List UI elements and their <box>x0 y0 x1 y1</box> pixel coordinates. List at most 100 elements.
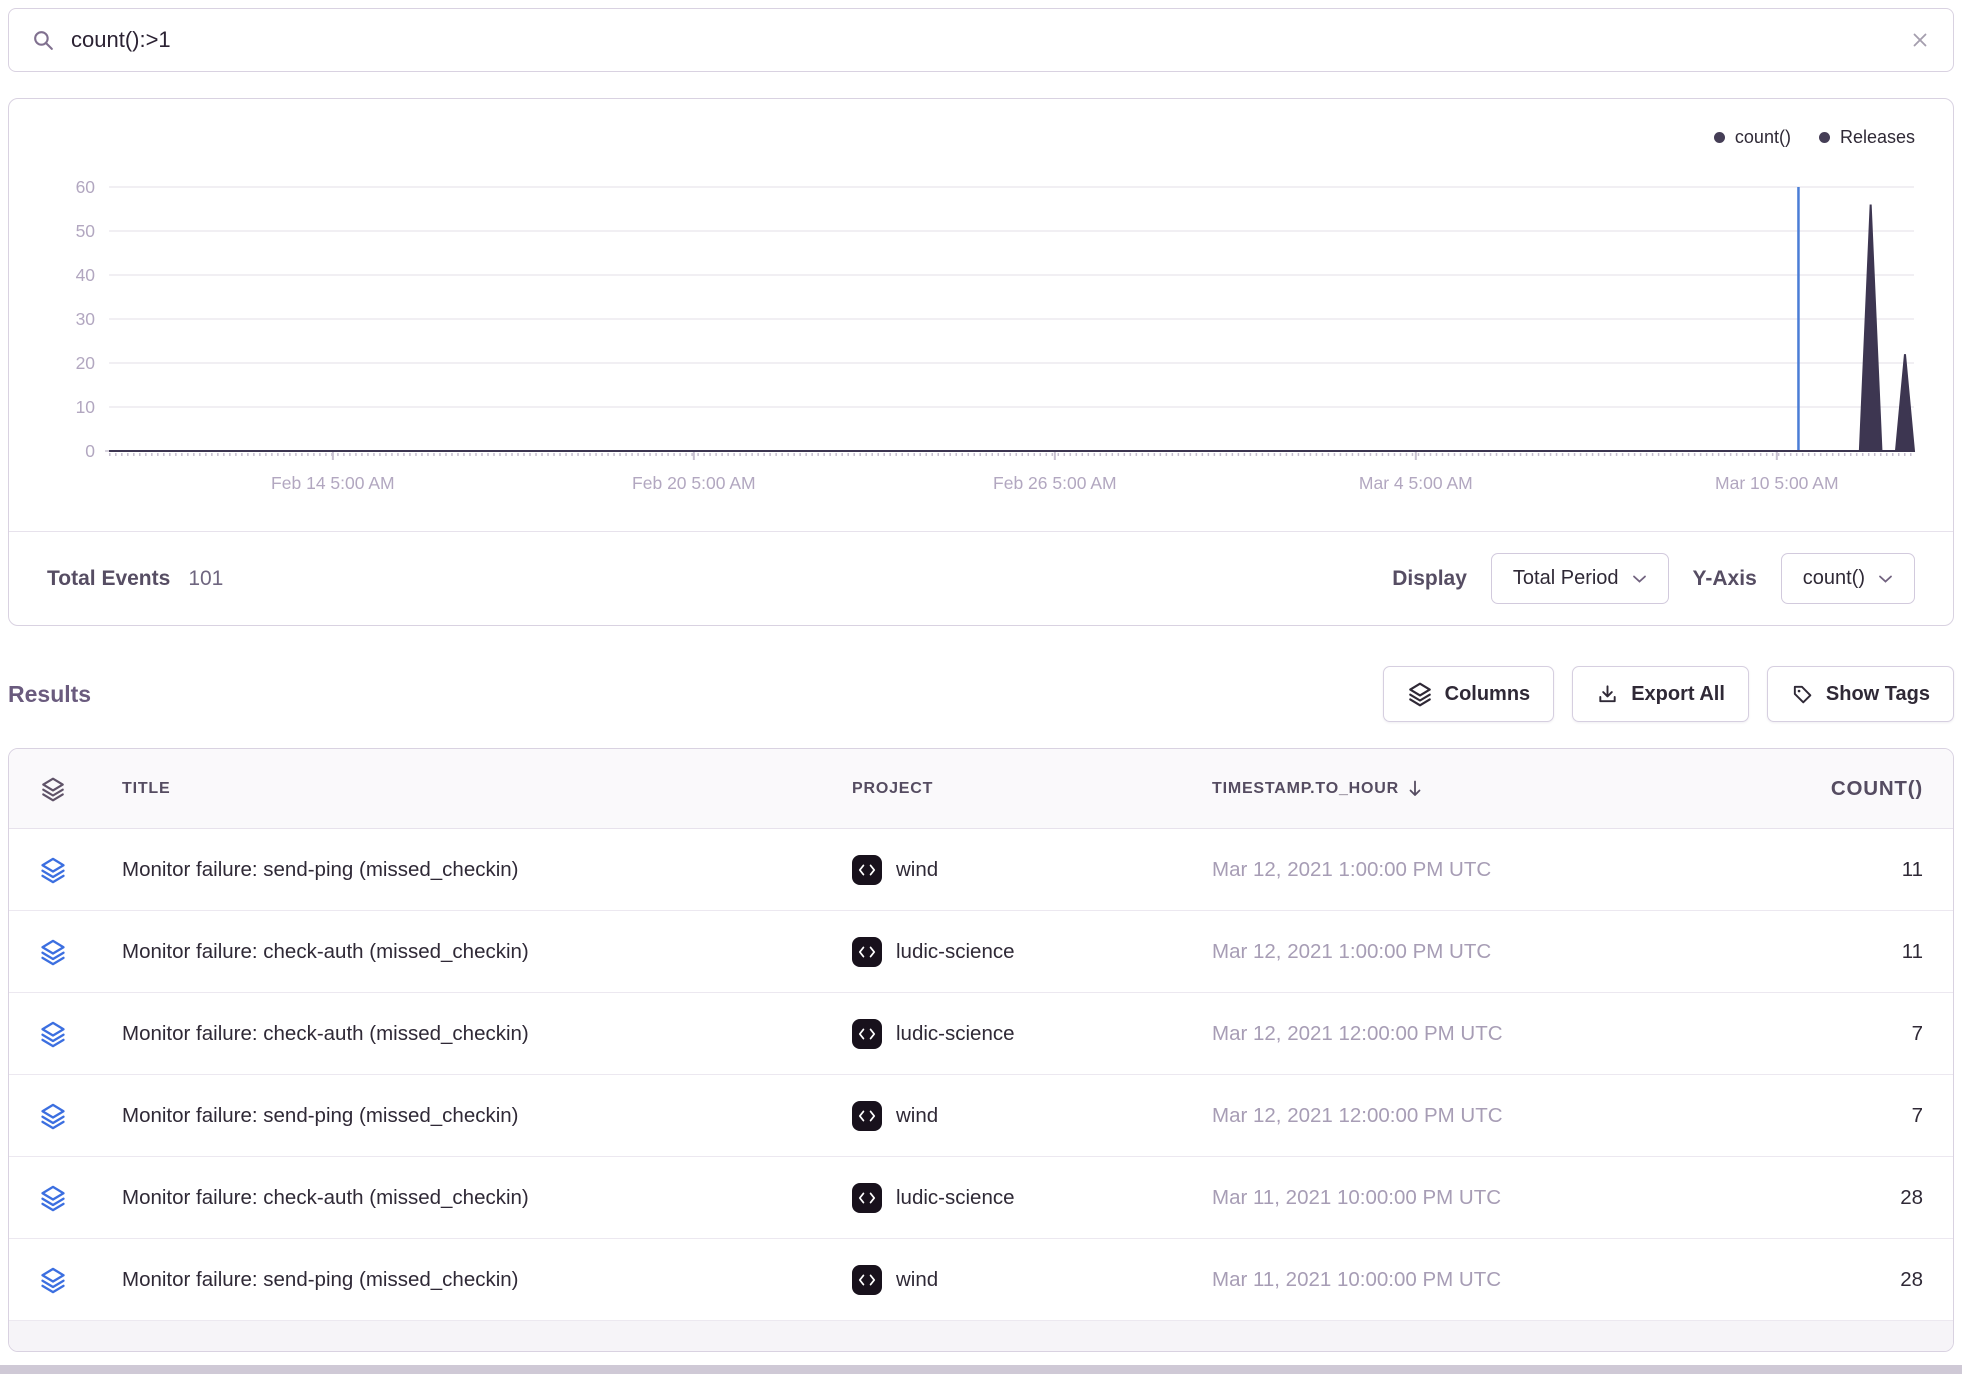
timestamp: Mar 11, 2021 10:00:00 PM UTC <box>1187 1186 1673 1210</box>
column-header-count[interactable]: COUNT() <box>1673 777 1953 801</box>
code-icon <box>852 1019 882 1049</box>
project-name: wind <box>896 1104 938 1128</box>
svg-text:Mar 10 5:00 AM: Mar 10 5:00 AM <box>1715 473 1839 493</box>
count-value: 28 <box>1673 1186 1953 1210</box>
column-header-timestamp[interactable]: TIMESTAMP.TO_HOUR <box>1187 779 1673 798</box>
project-name: ludic-science <box>896 940 1015 964</box>
table-row[interactable]: Monitor failure: send-ping (missed_check… <box>9 1075 1953 1157</box>
table-row[interactable]: Monitor failure: check-auth (missed_chec… <box>9 1157 1953 1239</box>
column-header-title[interactable]: TITLE <box>97 780 827 798</box>
column-header-project[interactable]: PROJECT <box>827 780 1187 798</box>
event-title: Monitor failure: send-ping (missed_check… <box>97 858 827 882</box>
yaxis-dropdown-value: count() <box>1803 567 1865 590</box>
table-row[interactable]: Monitor failure: check-auth (missed_chec… <box>9 911 1953 993</box>
stack-icon[interactable] <box>39 1266 67 1294</box>
project-name: wind <box>896 858 938 882</box>
column-header-title-label: TITLE <box>122 780 170 798</box>
count-value: 7 <box>1673 1104 1953 1128</box>
count-value: 11 <box>1673 858 1953 882</box>
stack-icon[interactable] <box>39 1184 67 1212</box>
stack-icon[interactable] <box>39 856 67 884</box>
columns-button-label: Columns <box>1445 683 1531 706</box>
count-value: 28 <box>1673 1268 1953 1292</box>
chart-footer-controls: Display Total Period Y-Axis count() <box>1392 553 1915 604</box>
count-value: 7 <box>1673 1022 1953 1046</box>
row-icon-cell <box>9 1020 97 1048</box>
code-icon <box>852 855 882 885</box>
x-axis: Feb 14 5:00 AMFeb 20 5:00 AMFeb 26 5:00 … <box>105 451 1914 493</box>
svg-text:0: 0 <box>85 441 95 461</box>
show-tags-button-label: Show Tags <box>1826 683 1930 706</box>
total-events-label: Total Events <box>47 567 170 591</box>
project-cell: ludic-science <box>827 937 1187 967</box>
timestamp: Mar 12, 2021 1:00:00 PM UTC <box>1187 940 1673 964</box>
results-table: TITLE PROJECT TIMESTAMP.TO_HOUR COUNT() … <box>8 748 1954 1352</box>
chart-body: count()Releases 0102030405060Feb 14 5:00… <box>9 99 1953 531</box>
header-stack-icon-cell <box>9 776 97 802</box>
svg-text:10: 10 <box>76 397 96 417</box>
project-name: wind <box>896 1268 938 1292</box>
export-all-button[interactable]: Export All <box>1572 666 1749 722</box>
stack-icon <box>40 776 66 802</box>
stack-icon[interactable] <box>39 1020 67 1048</box>
results-table-body: Monitor failure: send-ping (missed_check… <box>9 829 1953 1321</box>
stack-icon[interactable] <box>39 1102 67 1130</box>
chevron-down-icon <box>1632 574 1647 584</box>
results-table-header: TITLE PROJECT TIMESTAMP.TO_HOUR COUNT() <box>9 749 1953 829</box>
search-bar <box>8 8 1954 72</box>
results-actions: Columns Export All <box>1383 666 1954 722</box>
project-cell: wind <box>827 1265 1187 1295</box>
row-icon-cell <box>9 1184 97 1212</box>
chevron-down-icon <box>1878 574 1893 584</box>
timestamp: Mar 12, 2021 12:00:00 PM UTC <box>1187 1104 1673 1128</box>
event-title: Monitor failure: check-auth (missed_chec… <box>97 1186 827 1210</box>
tag-icon <box>1791 683 1814 706</box>
legend-dot <box>1819 132 1830 143</box>
row-icon-cell <box>9 1102 97 1130</box>
bottom-cutoff-bar <box>0 1365 1962 1374</box>
svg-text:Feb 26 5:00 AM: Feb 26 5:00 AM <box>993 473 1117 493</box>
search-icon <box>31 28 56 53</box>
code-icon <box>852 1265 882 1295</box>
svg-text:50: 50 <box>76 221 96 241</box>
svg-text:20: 20 <box>76 353 96 373</box>
download-icon <box>1596 683 1619 706</box>
display-label: Display <box>1392 567 1467 591</box>
results-title: Results <box>8 681 91 708</box>
stack-icon[interactable] <box>39 938 67 966</box>
project-cell: ludic-science <box>827 1183 1187 1213</box>
code-icon <box>852 1183 882 1213</box>
column-header-timestamp-label: TIMESTAMP.TO_HOUR <box>1212 780 1399 798</box>
columns-button[interactable]: Columns <box>1383 666 1555 722</box>
table-row[interactable]: Monitor failure: send-ping (missed_check… <box>9 1239 1953 1321</box>
legend-dot <box>1714 132 1725 143</box>
events-chart-panel: count()Releases 0102030405060Feb 14 5:00… <box>8 98 1954 626</box>
svg-text:Mar 4 5:00 AM: Mar 4 5:00 AM <box>1359 473 1473 493</box>
project-cell: ludic-science <box>827 1019 1187 1049</box>
table-row[interactable]: Monitor failure: send-ping (missed_check… <box>9 829 1953 911</box>
event-title: Monitor failure: check-auth (missed_chec… <box>97 1022 827 1046</box>
events-chart: 0102030405060Feb 14 5:00 AMFeb 20 5:00 A… <box>9 145 1953 503</box>
results-table-footer <box>9 1321 1953 1351</box>
page: count()Releases 0102030405060Feb 14 5:00… <box>0 0 1962 1360</box>
project-cell: wind <box>827 855 1187 885</box>
svg-text:30: 30 <box>76 309 96 329</box>
svg-text:Feb 20 5:00 AM: Feb 20 5:00 AM <box>632 473 756 493</box>
row-icon-cell <box>9 938 97 966</box>
project-cell: wind <box>827 1101 1187 1131</box>
table-row[interactable]: Monitor failure: check-auth (missed_chec… <box>9 993 1953 1075</box>
yaxis-dropdown[interactable]: count() <box>1781 553 1915 604</box>
show-tags-button[interactable]: Show Tags <box>1767 666 1954 722</box>
search-input[interactable] <box>71 27 1894 53</box>
code-icon <box>852 937 882 967</box>
svg-text:40: 40 <box>76 265 96 285</box>
column-header-count-label: COUNT() <box>1831 777 1923 801</box>
code-icon <box>852 1101 882 1131</box>
event-title: Monitor failure: send-ping (missed_check… <box>97 1268 827 1292</box>
project-name: ludic-science <box>896 1022 1015 1046</box>
clear-search-icon[interactable] <box>1909 29 1931 51</box>
total-events: Total Events 101 <box>47 567 223 591</box>
y-axis: 0102030405060 <box>76 177 1914 461</box>
project-name: ludic-science <box>896 1186 1015 1210</box>
display-dropdown[interactable]: Total Period <box>1491 553 1669 604</box>
